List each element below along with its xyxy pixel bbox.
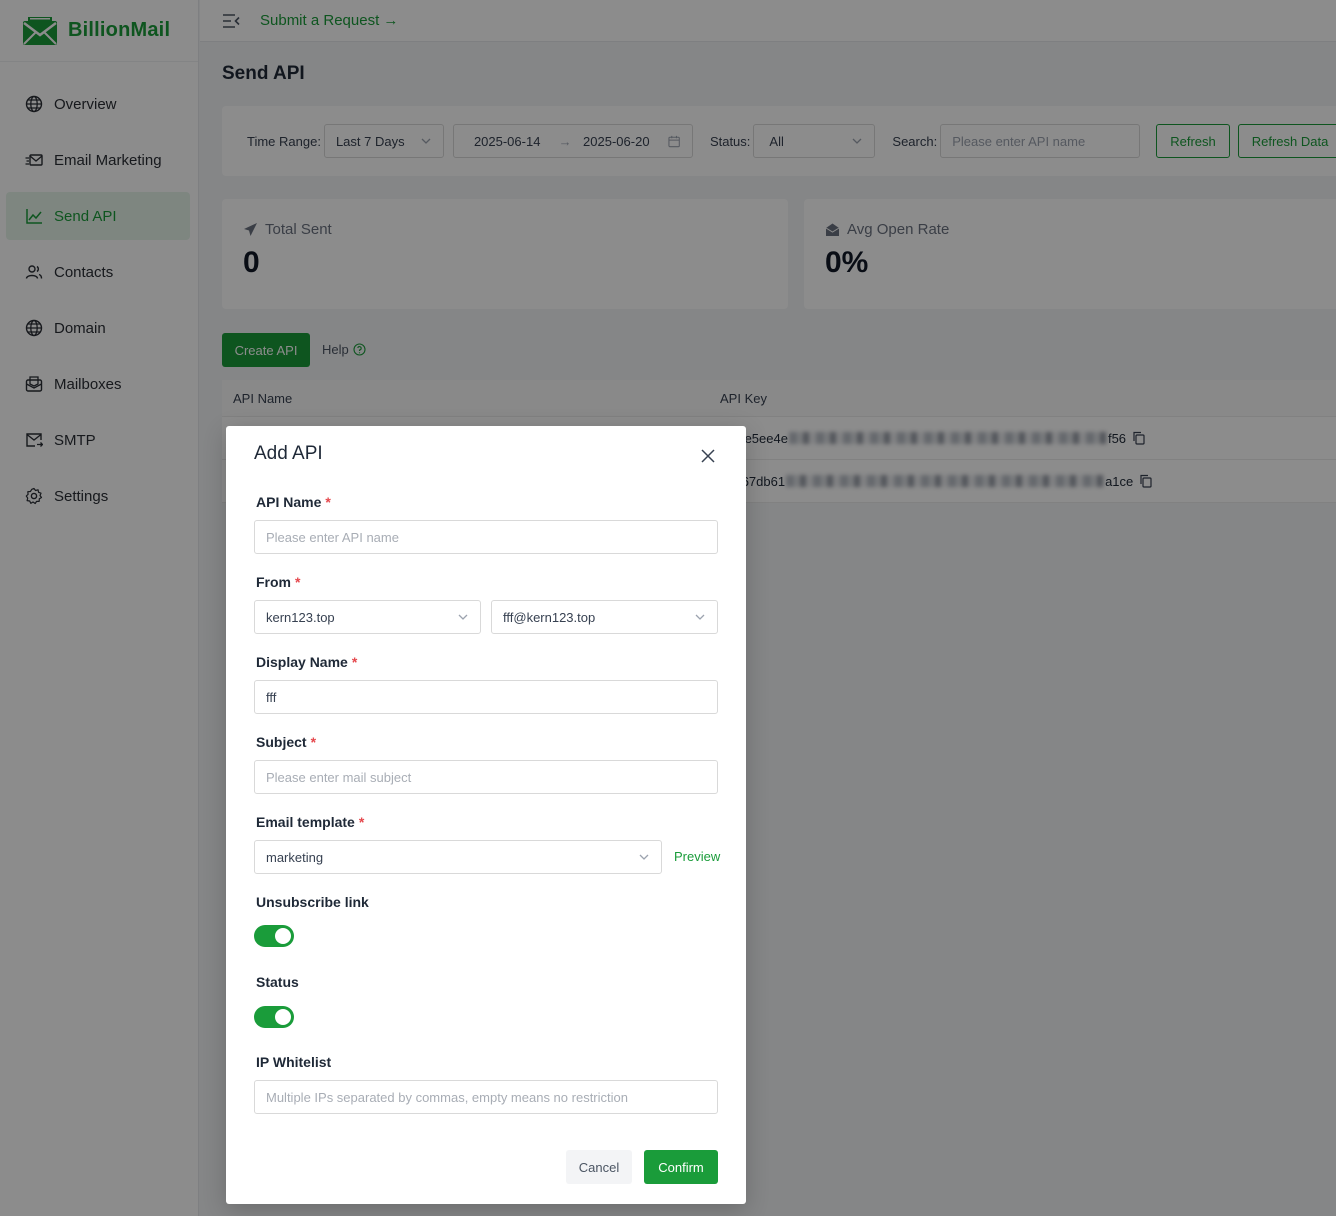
api-name-label-text: API Name	[256, 494, 322, 510]
api-name-label: API Name *	[256, 494, 331, 510]
add-api-modal: Add API API Name * Please enter API name …	[226, 426, 746, 1204]
confirm-button[interactable]: Confirm	[644, 1150, 718, 1184]
modal-title: Add API	[254, 443, 323, 464]
required-mark: *	[310, 734, 317, 750]
required-mark: *	[358, 814, 365, 830]
toggle-knob	[275, 928, 291, 944]
display-name-label-text: Display Name	[256, 654, 348, 670]
status-label: Status	[256, 974, 299, 990]
from-domain-select[interactable]: kern123.top	[254, 600, 481, 634]
chevron-down-icon	[695, 614, 705, 620]
subject-input[interactable]: Please enter mail subject	[254, 760, 718, 794]
required-mark: *	[325, 494, 331, 510]
close-icon[interactable]	[700, 448, 716, 464]
required-mark: *	[351, 654, 358, 670]
from-address-value: fff@kern123.top	[503, 609, 596, 625]
api-name-input[interactable]: Please enter API name	[254, 520, 718, 554]
from-label: From *	[256, 574, 300, 590]
ip-whitelist-input[interactable]: Multiple IPs separated by commas, empty …	[254, 1080, 718, 1114]
display-name-label: Display Name *	[256, 654, 357, 670]
email-template-select[interactable]: marketing	[254, 840, 662, 874]
chevron-down-icon	[458, 614, 468, 620]
email-template-label: Email template *	[256, 814, 364, 830]
unsubscribe-link-toggle[interactable]	[254, 925, 294, 947]
unsubscribe-link-label: Unsubscribe link	[256, 894, 369, 910]
subject-label: Subject *	[256, 734, 316, 750]
toggle-knob	[275, 1009, 291, 1025]
chevron-down-icon	[639, 854, 649, 860]
cancel-button[interactable]: Cancel	[566, 1150, 632, 1184]
display-name-input[interactable]: fff	[254, 680, 718, 714]
status-toggle[interactable]	[254, 1006, 294, 1028]
email-template-value: marketing	[266, 849, 324, 865]
required-mark: *	[295, 574, 301, 590]
from-address-select[interactable]: fff@kern123.top	[491, 600, 718, 634]
email-template-label-text: Email template	[256, 814, 355, 830]
ip-whitelist-label: IP Whitelist	[256, 1054, 332, 1070]
subject-label-text: Subject	[256, 734, 307, 750]
from-label-text: From	[256, 574, 291, 590]
preview-link[interactable]: Preview	[674, 849, 720, 864]
from-domain-value: kern123.top	[266, 609, 335, 625]
